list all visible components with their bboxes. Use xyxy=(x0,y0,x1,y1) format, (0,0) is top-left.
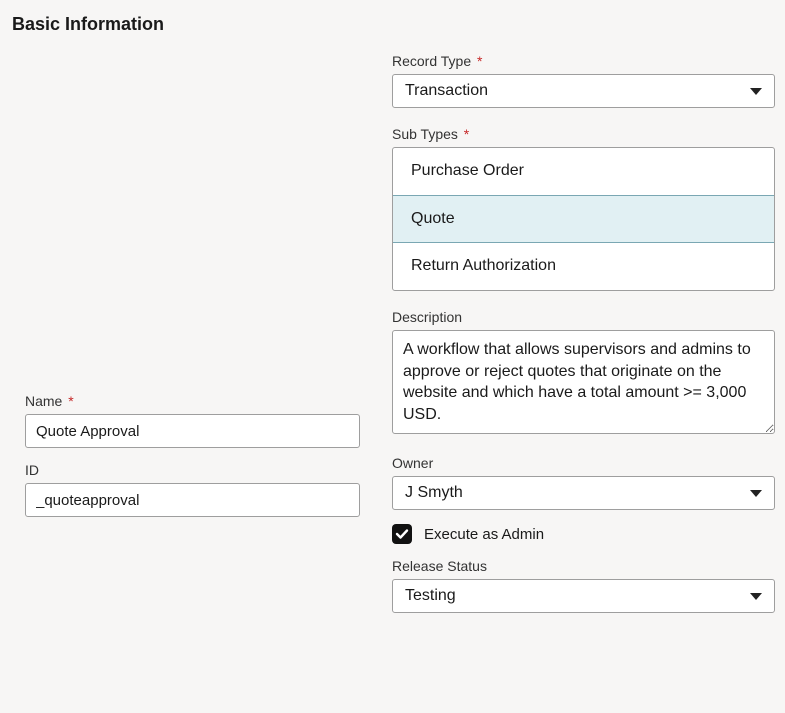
section-title: Basic Information xyxy=(12,14,775,35)
description-textarea[interactable] xyxy=(392,330,775,434)
record-type-select[interactable]: Transaction xyxy=(392,74,775,108)
owner-label: Owner xyxy=(392,455,775,471)
sub-types-option[interactable]: Quote xyxy=(393,195,774,243)
sub-types-field: Sub Types * Purchase OrderQuoteReturn Au… xyxy=(392,126,775,291)
owner-select[interactable]: J Smyth xyxy=(392,476,775,510)
sub-types-option[interactable]: Return Authorization xyxy=(393,243,774,290)
required-marker: * xyxy=(464,126,469,142)
execute-as-admin-checkbox[interactable] xyxy=(392,524,412,544)
sub-types-listbox[interactable]: Purchase OrderQuoteReturn Authorization xyxy=(392,147,775,291)
check-icon xyxy=(395,527,409,541)
description-label: Description xyxy=(392,309,775,325)
chevron-down-icon xyxy=(750,88,762,95)
required-marker: * xyxy=(477,53,482,69)
release-status-select[interactable]: Testing xyxy=(392,579,775,613)
execute-as-admin-label: Execute as Admin xyxy=(424,526,544,543)
record-type-label: Record Type * xyxy=(392,53,775,69)
execute-as-admin-row: Execute as Admin xyxy=(392,524,775,544)
name-input[interactable] xyxy=(25,414,360,448)
record-type-label-text: Record Type xyxy=(392,53,471,69)
id-input[interactable] xyxy=(25,483,360,517)
sub-types-option[interactable]: Purchase Order xyxy=(393,148,774,195)
required-marker: * xyxy=(68,393,73,409)
release-status-field: Release Status Testing xyxy=(392,558,775,613)
record-type-value: Transaction xyxy=(405,82,488,100)
name-label: Name * xyxy=(25,393,360,409)
release-status-value: Testing xyxy=(405,587,456,605)
record-type-field: Record Type * Transaction xyxy=(392,53,775,108)
description-field: Description xyxy=(392,309,775,437)
sub-types-label-text: Sub Types xyxy=(392,126,458,142)
right-column: Record Type * Transaction Sub Types * Pu… xyxy=(392,53,775,627)
owner-value: J Smyth xyxy=(405,484,463,502)
left-column: Name * ID xyxy=(12,53,360,627)
name-field: Name * xyxy=(25,393,360,448)
release-status-label: Release Status xyxy=(392,558,775,574)
chevron-down-icon xyxy=(750,593,762,600)
chevron-down-icon xyxy=(750,490,762,497)
id-label: ID xyxy=(25,462,360,478)
id-field: ID xyxy=(25,462,360,517)
owner-field: Owner J Smyth xyxy=(392,455,775,510)
sub-types-label: Sub Types * xyxy=(392,126,775,142)
form-columns: Name * ID Record Type * Transaction Sub … xyxy=(12,53,775,627)
name-label-text: Name xyxy=(25,393,62,409)
